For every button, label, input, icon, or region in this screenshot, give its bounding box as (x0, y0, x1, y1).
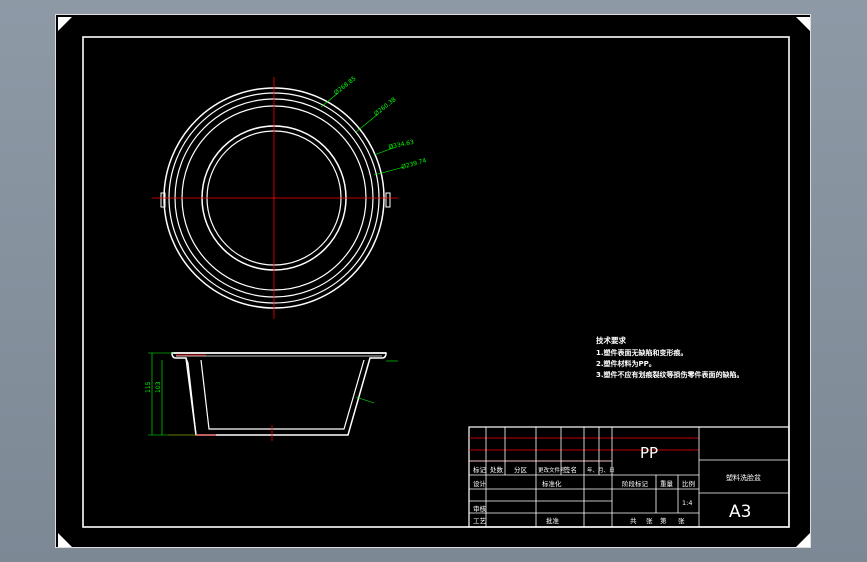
label-standardization: 标准化 (542, 479, 562, 488)
label-design: 设计 (473, 479, 487, 488)
top-view: Ø268.85 Ø260.38 Ø334.63 Ø239.74 (152, 75, 427, 319)
revision-header-doc: 更改文件号 (538, 466, 566, 474)
bowl-inner-profile (200, 359, 365, 430)
label-stage-mark: 阶段标记 (622, 479, 649, 488)
height-inner-label: 103 (155, 381, 162, 393)
note-3: 3.塑件不应有划痕裂纹等损伤零件表面的缺陷。 (596, 370, 744, 379)
part-name: 塑料洗脸盆 (726, 473, 761, 482)
scale-value: 1:4 (682, 499, 692, 507)
note-2: 2.塑件材料为PP。 (596, 359, 656, 368)
section-view: 115 103 (145, 352, 398, 441)
dimension-label-2: Ø260.38 (373, 96, 398, 117)
label-ratio: 比例 (682, 479, 695, 488)
height-dimension-lines (148, 352, 398, 436)
label-total: 共 (630, 516, 637, 525)
technical-notes: 技术要求 1.塑件表面无缺陷和变形痕。 2.塑件材料为PP。 3.塑件不应有划痕… (596, 335, 744, 379)
revision-header-date: 年、月、日 (587, 466, 615, 474)
revision-header-sign: 签名 (564, 465, 577, 474)
material-label: PP (640, 444, 658, 462)
revision-header-count: 处数 (490, 465, 504, 474)
revision-header-mark: 标记 (473, 465, 487, 474)
cad-drawing: Ø268.85 Ø260.38 Ø334.63 Ø239.74 115 103 … (58, 17, 810, 547)
dimension-label-3: Ø334.63 (388, 139, 415, 151)
title-block: 标记 处数 分区 更改文件号 签名 年、月、日 设计 标准化 审核 工艺 批准 … (468, 426, 790, 528)
label-weight: 重量 (660, 480, 674, 488)
sheet-size: A3 (729, 502, 751, 522)
label-sheets-unit: 张 (646, 516, 653, 525)
note-1: 1.塑件表面无缺陷和变形痕。 (596, 348, 688, 357)
height-outer-label: 115 (145, 381, 152, 393)
label-process: 工艺 (473, 517, 487, 525)
label-sheet-unit: 张 (678, 516, 685, 525)
drawing-sheet: Ø268.85 Ø260.38 Ø334.63 Ø239.74 115 103 … (55, 14, 811, 548)
dimension-label-4: Ø239.74 (401, 157, 428, 171)
dimension-label-1: Ø268.85 (333, 75, 358, 96)
right-handle-tab (385, 192, 391, 208)
corner-markers (58, 17, 810, 547)
notes-title: 技术要求 (596, 335, 626, 345)
label-review: 审核 (473, 504, 487, 513)
label-approve: 批准 (546, 516, 560, 525)
inner-border (82, 36, 790, 528)
label-sheet-no: 第 (660, 516, 667, 525)
revision-header-zone: 分区 (514, 465, 528, 474)
